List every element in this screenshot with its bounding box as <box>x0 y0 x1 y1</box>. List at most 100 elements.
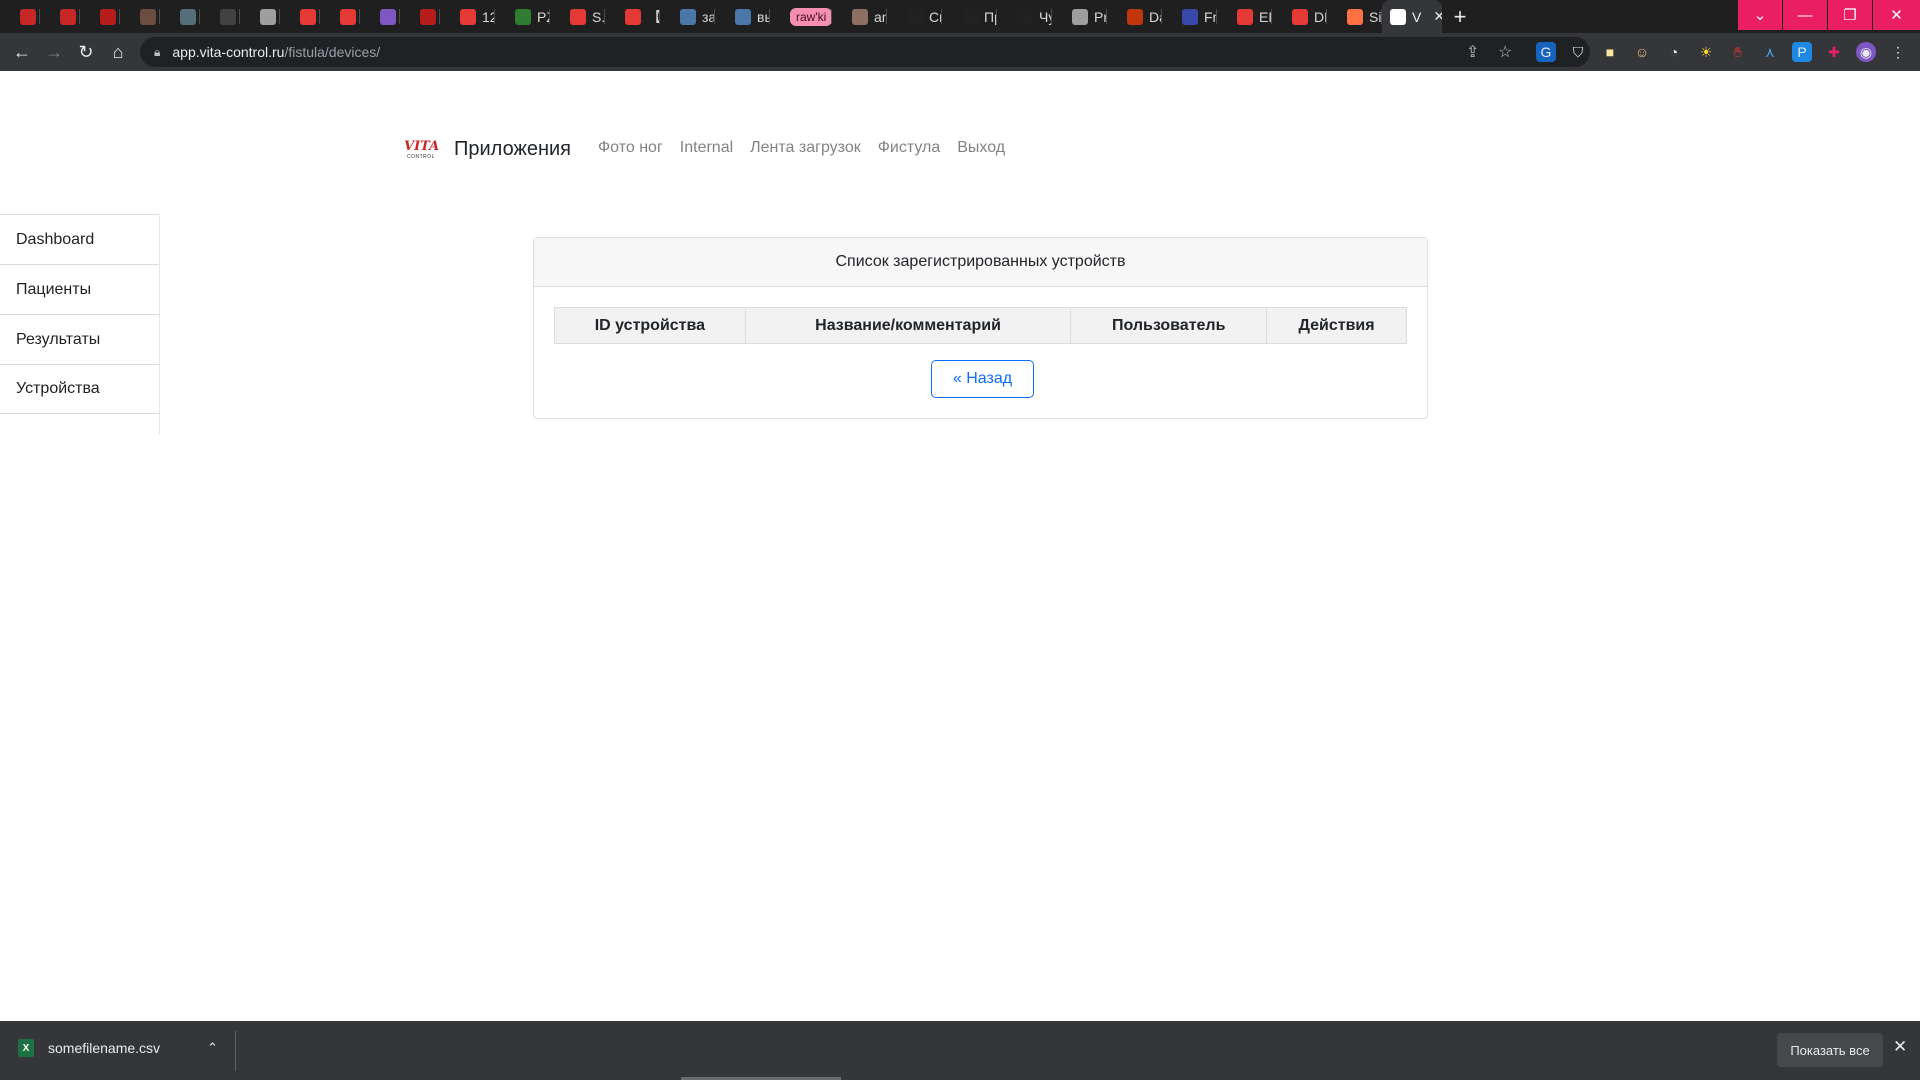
brand-title[interactable]: Приложения <box>454 138 571 161</box>
column-header-device-id: ID устройства <box>554 307 746 344</box>
browser-tab[interactable] <box>80 0 120 33</box>
browser-tab[interactable] <box>160 0 200 33</box>
notes-extension-icon[interactable]: ■ <box>1600 42 1620 62</box>
forward-nav-button[interactable]: → <box>38 36 70 68</box>
download-shelf: X somefilename.csv ⌃ Показать все ✕ <box>0 1021 1920 1080</box>
restore-button[interactable]: ❐ <box>1828 0 1872 30</box>
browser-tab[interactable] <box>400 0 440 33</box>
back-button[interactable]: « Назад <box>931 360 1034 398</box>
anime-icon <box>140 8 156 25</box>
browser-tab[interactable] <box>360 0 400 33</box>
nav-link-foot-photos[interactable]: Фото ног <box>598 139 663 157</box>
chevron-up-icon[interactable]: ⌃ <box>207 1040 218 1056</box>
puzzle-extension-icon[interactable]: ✚ <box>1824 42 1844 62</box>
download-file-name: somefilename.csv <box>48 1040 161 1056</box>
arrow-left-icon: ← <box>13 41 31 62</box>
browser-tab[interactable]: raw'ki <box>770 0 832 33</box>
logo-subtext: CONTROL <box>407 154 435 160</box>
vita-icon <box>1390 8 1406 25</box>
bookmark-star-icon[interactable]: ☆ <box>1498 42 1512 62</box>
browser-tab[interactable]: PZ fa <box>495 0 550 33</box>
browser-tab[interactable] <box>40 0 80 33</box>
vk-icon <box>735 8 751 25</box>
brand[interactable]: VITA CONTROL Приложения <box>404 136 571 162</box>
download-item[interactable]: X somefilename.csv <box>18 1039 160 1057</box>
shield-extension-icon[interactable]: ⛉ <box>1568 42 1588 62</box>
browser-tab[interactable]: Free <box>1162 0 1217 33</box>
weather-extension-icon[interactable]: ☀ <box>1696 42 1716 62</box>
epc-icon <box>1292 8 1308 25</box>
tab-title: V <box>1412 8 1422 25</box>
address-bar[interactable]: 🔒︎ app.vita-control.ru /fistula/devices/… <box>140 37 1590 67</box>
tab-title: raw'ki <box>790 7 832 26</box>
browser-tab[interactable] <box>200 0 240 33</box>
browser-tab[interactable] <box>0 0 40 33</box>
vk-icon <box>680 8 696 25</box>
close-tab-icon[interactable]: ✕ <box>1433 8 1442 25</box>
browser-tab[interactable]: Свар <box>887 0 942 33</box>
browser-tab[interactable]: Чуж <box>997 0 1052 33</box>
browser-tab[interactable] <box>120 0 160 33</box>
ps-extension-icon[interactable]: P <box>1792 42 1812 62</box>
profile-avatar[interactable]: ◉ <box>1856 42 1876 62</box>
sidebar-item-devices[interactable]: Устройства <box>0 364 159 414</box>
nav-link-internal[interactable]: Internal <box>680 139 733 157</box>
download-divider <box>235 1031 236 1071</box>
nav-link-logout[interactable]: Выход <box>957 139 1005 157</box>
nav-link-upload-feed[interactable]: Лента загрузок <box>750 139 861 157</box>
browser-tab[interactable]: затк <box>660 0 715 33</box>
twitch-icon <box>380 8 396 25</box>
share-icon[interactable]: ⇪ <box>1466 42 1479 62</box>
sidebar-item-patients[interactable]: Пациенты <box>0 264 159 314</box>
translate-extension-icon[interactable]: G <box>1536 42 1556 62</box>
show-all-downloads-button[interactable]: Показать все <box>1777 1033 1883 1067</box>
active-browser-tab[interactable]: V ✕ <box>1382 0 1442 33</box>
back-nav-button[interactable]: ← <box>6 36 38 68</box>
address-path: /fistula/devices/ <box>284 44 381 60</box>
browser-tab[interactable]: Проє <box>942 0 997 33</box>
browser-tab[interactable]: выл <box>715 0 770 33</box>
youtube-icon <box>570 8 586 25</box>
doc-icon <box>1072 8 1088 25</box>
browser-tab[interactable]: Proje <box>1052 0 1107 33</box>
epc-icon <box>1237 8 1253 25</box>
simp-icon <box>1347 8 1363 25</box>
browser-tab[interactable]: EPC | <box>1217 0 1272 33</box>
sidebar-item-results[interactable]: Результаты <box>0 314 159 364</box>
browser-tab[interactable]: Simp <box>1327 0 1382 33</box>
tab-strip: 12 MPZ faS.T.A【みзатквыл raw'kianimСварПро… <box>0 0 1920 33</box>
browser-tab[interactable] <box>280 0 320 33</box>
home-icon: ⌂ <box>112 41 124 62</box>
reload-button[interactable]: ↻ <box>70 36 102 68</box>
new-tab-button[interactable]: + <box>1442 0 1478 33</box>
timer-extension-icon[interactable]: ◔ <box>1664 42 1684 62</box>
close-window-button[interactable]: ✕ <box>1873 0 1920 30</box>
nav-link-fistula[interactable]: Фистула <box>878 139 941 157</box>
minimize-button[interactable]: — <box>1783 0 1827 30</box>
column-header-name-comment: Название/комментарий <box>744 307 1072 344</box>
card-title: Список зарегистрированных устройств <box>534 238 1427 287</box>
browser-tab[interactable]: 12 M <box>440 0 495 33</box>
top-navigation: Фото ног Internal Лента загрузок Фистула… <box>598 139 1005 157</box>
browser-tab[interactable]: anim <box>832 0 887 33</box>
browser-tab[interactable] <box>320 0 360 33</box>
tab-search-button[interactable]: ⌄ <box>1738 0 1782 30</box>
stop-extension-icon[interactable]: ✋︎ <box>1728 42 1748 62</box>
browser-tab[interactable]: DFD <box>1272 0 1327 33</box>
close-icon: ✕ <box>1890 7 1903 24</box>
cloud-icon <box>1127 8 1143 25</box>
table-header-row: ID устройства Название/комментарий Польз… <box>554 307 1407 344</box>
vita-logo: VITA CONTROL <box>404 136 439 162</box>
browser-tab[interactable]: Dash <box>1107 0 1162 33</box>
browser-tab[interactable]: 【み <box>605 0 660 33</box>
sidebar-item-dashboard[interactable]: Dashboard <box>0 214 159 264</box>
browser-tab[interactable] <box>240 0 280 33</box>
close-download-shelf-icon[interactable]: ✕ <box>1893 1037 1907 1057</box>
menu-kebab-icon[interactable]: ⋮ <box>1888 42 1908 62</box>
figma-extension-icon[interactable]: ⋏ <box>1760 42 1780 62</box>
play-icon <box>60 8 76 25</box>
home-button[interactable]: ⌂ <box>102 36 134 68</box>
browser-tab[interactable]: S.T.A <box>550 0 605 33</box>
face-extension-icon[interactable]: ☺ <box>1632 42 1652 62</box>
arrow-right-icon: → <box>45 41 63 62</box>
